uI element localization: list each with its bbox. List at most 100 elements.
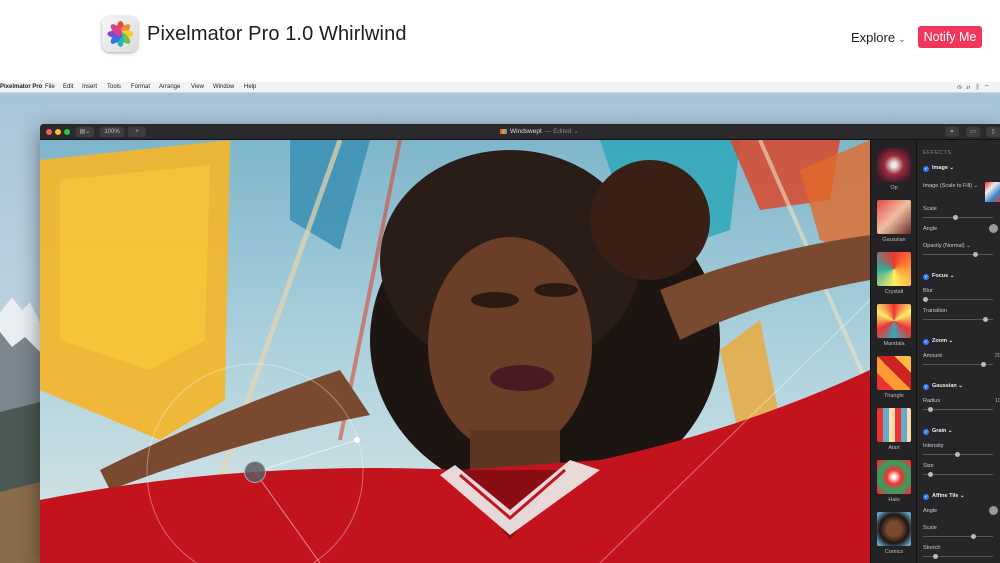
minimize-window-button[interactable] xyxy=(55,129,61,135)
effect-thumb[interactable]: Halo xyxy=(877,456,911,506)
effect-thumb[interactable]: Triangle xyxy=(877,352,911,402)
effect-thumb-label: Crystall xyxy=(884,289,904,295)
clock-icon[interactable]: ◷ xyxy=(957,84,966,91)
menu-window[interactable]: Window xyxy=(213,82,234,93)
document-title: Windswept — Edited ⌄ xyxy=(500,126,579,138)
explore-menu[interactable]: Explore ⌄ xyxy=(851,30,906,45)
affine-scale-label: Scale xyxy=(923,525,937,531)
effects-panel: EFFECTS ✓ Image ⌄ Image (Scale to Fill) ⌄… xyxy=(916,140,1000,563)
effect-thumb-label: Comics xyxy=(884,549,904,555)
zoom-amount-row: Amount 20 xyxy=(923,353,1000,359)
menu-tools[interactable]: Tools xyxy=(107,82,121,93)
macos-menubar: Pixelmator Pro File Edit Insert Tools Fo… xyxy=(0,82,1000,93)
image-canvas[interactable] xyxy=(40,140,870,563)
zoom-amount-label: Amount xyxy=(923,353,942,359)
effect-thumb[interactable]: Gaussian xyxy=(877,196,911,246)
menu-format[interactable]: Format xyxy=(131,82,150,93)
portrait-photo xyxy=(40,140,870,563)
image-fill-swatch[interactable] xyxy=(985,182,1000,202)
affine-angle-dial[interactable] xyxy=(989,506,998,515)
image-opacity-slider[interactable] xyxy=(923,252,993,257)
pixelmator-window: ▤⌄ 100% + Windswept — Edited ⌄ ⌗ ▭ ▯ Op … xyxy=(40,124,1000,563)
effect-grain-toggle[interactable]: ✓ Grain ⌄ xyxy=(923,428,953,435)
document-status[interactable]: — Edited ⌄ xyxy=(545,128,579,135)
checkmark-icon[interactable]: ✓ xyxy=(923,166,929,172)
effect-thumb[interactable]: Atari xyxy=(877,404,911,454)
checkmark-icon[interactable]: ✓ xyxy=(923,274,929,280)
view-options-button[interactable]: ▤⌄ xyxy=(76,127,94,137)
gaussian-radius-row: Radius 10 xyxy=(923,398,1000,404)
effect-zoom-toggle[interactable]: ✓ Zoom ⌄ xyxy=(923,338,953,345)
focus-center-handle[interactable] xyxy=(244,461,266,483)
affine-angle-label: Angle xyxy=(923,508,938,514)
bluetooth-icon[interactable]: ᛒ xyxy=(976,84,985,91)
affine-stretch-slider[interactable] xyxy=(923,554,993,559)
effect-thumb-image xyxy=(877,148,911,182)
sidebar-toggle-icon[interactable]: ▯ xyxy=(986,127,1000,137)
share-icon[interactable]: ▭ xyxy=(966,127,980,137)
chevron-down-icon: ⌄ xyxy=(898,34,906,44)
document-icon xyxy=(500,128,507,134)
sync-icon[interactable]: ⇵ xyxy=(966,84,975,91)
close-window-button[interactable] xyxy=(46,129,52,135)
add-layer-button[interactable]: + xyxy=(128,127,146,137)
menu-edit[interactable]: Edit xyxy=(63,82,73,93)
effect-thumb[interactable]: Crystall xyxy=(877,248,911,298)
menu-help[interactable]: Help xyxy=(244,82,256,93)
affine-scale-slider[interactable] xyxy=(923,534,993,539)
checkmark-icon[interactable]: ✓ xyxy=(923,429,929,435)
effect-thumb-label: Mandala xyxy=(883,341,905,347)
explore-label: Explore xyxy=(851,30,896,45)
document-name: Windswept xyxy=(510,128,542,135)
effect-affine-tile-toggle[interactable]: ✓ Affine Tile ⌄ xyxy=(923,493,965,500)
menu-arrange[interactable]: Arrange xyxy=(159,82,180,93)
gaussian-radius-value: 10 xyxy=(994,398,1000,404)
effect-thumb-label: Op xyxy=(890,185,898,191)
effect-thumb-image xyxy=(877,200,911,234)
effects-header: EFFECTS xyxy=(923,150,952,156)
checkmark-icon[interactable]: ✓ xyxy=(923,494,929,500)
crop-tool-icon[interactable]: ⌗ xyxy=(945,127,959,137)
grain-intensity-label: Intensity xyxy=(923,443,944,449)
image-fill-select[interactable]: Image (Scale to Fill) ⌄ xyxy=(923,183,978,189)
menubar-status-icons: ◷⇵ᛒ◠ xyxy=(957,82,994,93)
effect-thumb[interactable]: Mandala xyxy=(877,300,911,350)
grain-size-slider[interactable] xyxy=(923,472,993,477)
checkmark-icon[interactable]: ✓ xyxy=(923,384,929,390)
effect-thumb-label: Gaussian xyxy=(882,237,906,243)
checkmark-icon[interactable]: ✓ xyxy=(923,339,929,345)
wifi-icon[interactable]: ◠ xyxy=(985,84,994,91)
notify-me-button[interactable]: Notify Me xyxy=(918,26,982,48)
grain-intensity-slider[interactable] xyxy=(923,452,993,457)
image-opacity-select[interactable]: Opacity (Normal) ⌄ xyxy=(923,243,971,249)
menu-file[interactable]: File xyxy=(45,82,55,93)
effect-focus-toggle[interactable]: ✓ Focus ⌄ xyxy=(923,273,954,280)
zoom-amount-slider[interactable] xyxy=(923,362,993,367)
window-titlebar: ▤⌄ 100% + Windswept — Edited ⌄ ⌗ ▭ ▯ xyxy=(40,124,1000,140)
focus-blur-slider[interactable] xyxy=(923,297,993,302)
zoom-level-button[interactable]: 100% xyxy=(100,127,124,137)
menu-insert[interactable]: Insert xyxy=(82,82,97,93)
effect-image-toggle[interactable]: ✓ Image ⌄ xyxy=(923,165,954,172)
focus-transition-slider[interactable] xyxy=(923,317,993,322)
product-screenshot: Pixelmator Pro File Edit Insert Tools Fo… xyxy=(0,82,1000,563)
menu-view[interactable]: View xyxy=(191,82,204,93)
zoom-amount-value: 20 xyxy=(994,353,1000,359)
effect-thumb[interactable]: Op xyxy=(877,144,911,194)
gaussian-radius-slider[interactable] xyxy=(923,407,993,412)
focus-blur-label: Blur xyxy=(923,288,933,294)
effect-gaussian-toggle[interactable]: ✓ Gaussian ⌄ xyxy=(923,383,963,390)
effect-thumb-image xyxy=(877,408,911,442)
image-angle-label: Angle xyxy=(923,226,938,232)
site-header: Pixelmator Pro 1.0 Whirlwind Explore ⌄ No… xyxy=(0,0,1000,82)
image-angle-dial[interactable] xyxy=(989,224,998,233)
image-scale-slider[interactable] xyxy=(923,215,993,220)
effect-thumb-label: Halo xyxy=(888,497,900,503)
pixelmator-logo-icon[interactable] xyxy=(102,16,138,52)
image-scale-label: Scale xyxy=(923,206,937,212)
zoom-window-button[interactable] xyxy=(64,129,70,135)
menu-app-name[interactable]: Pixelmator Pro xyxy=(0,82,42,93)
effect-thumb[interactable]: Comics xyxy=(877,508,911,558)
effect-thumb-image xyxy=(877,512,911,546)
effect-thumb-label: Triangle xyxy=(884,393,904,399)
